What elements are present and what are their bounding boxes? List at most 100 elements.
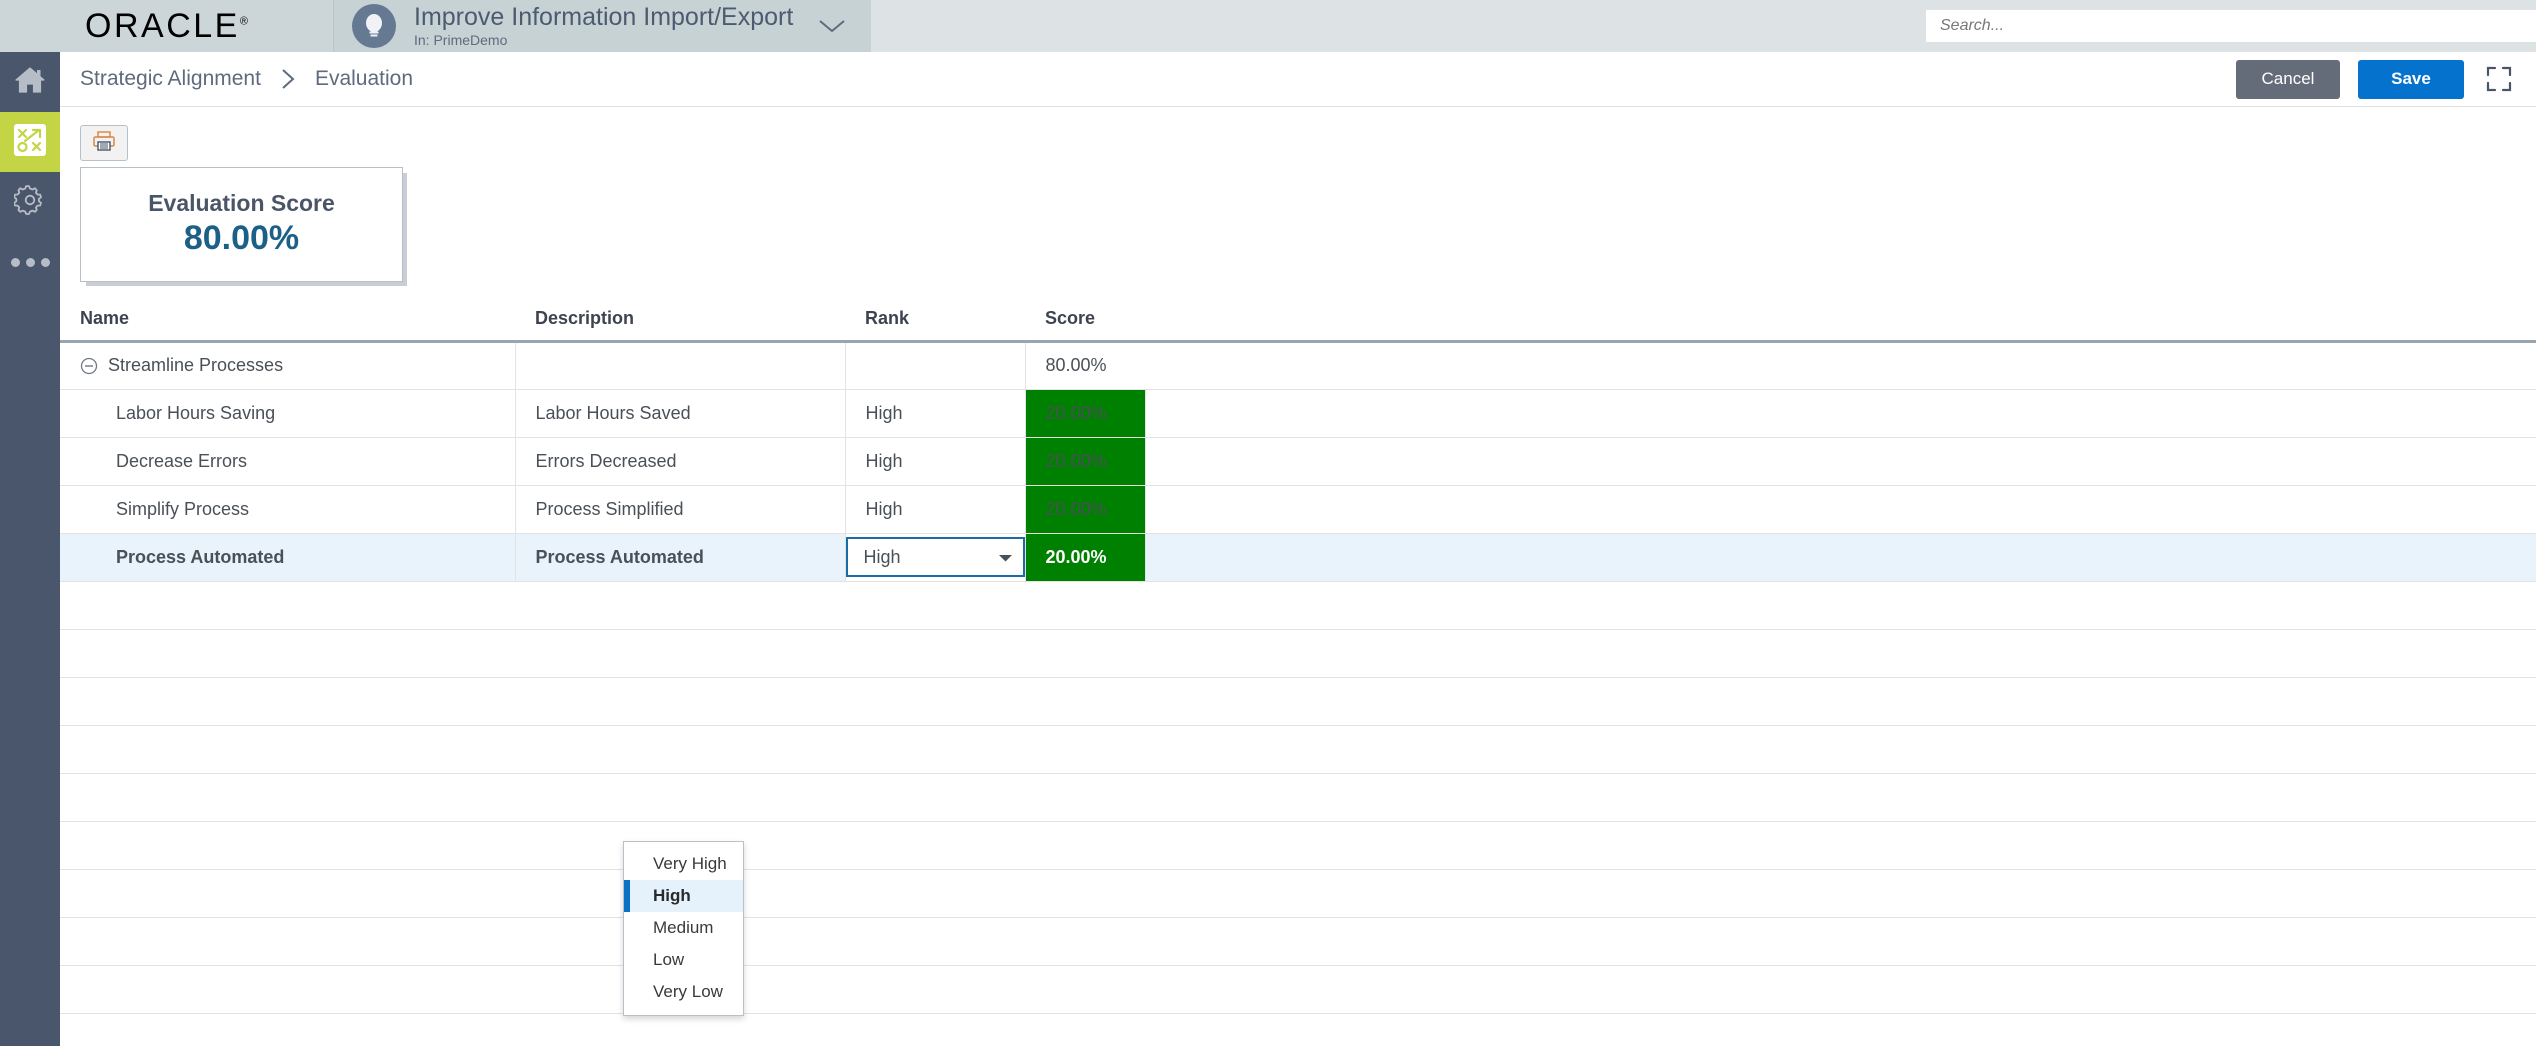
header-actions: Cancel Save — [2236, 60, 2536, 99]
oracle-logo: ORACLE® — [85, 9, 248, 43]
lightbulb-icon — [352, 4, 396, 48]
save-button[interactable]: Save — [2358, 60, 2464, 99]
cancel-button[interactable]: Cancel — [2236, 60, 2340, 99]
rank-option-low[interactable]: Low — [624, 944, 743, 976]
sidebar-item-more[interactable] — [0, 232, 60, 292]
sidebar-item-settings[interactable] — [0, 172, 60, 232]
oracle-logo-zone[interactable]: ORACLE® — [0, 0, 334, 52]
row-score-cell: 20.00% — [1025, 533, 1145, 581]
evaluation-score-value: 80.00% — [184, 219, 299, 258]
row-description-cell: Process Automated — [515, 533, 845, 581]
table-row[interactable]: Decrease Errors Errors Decreased High 20… — [60, 437, 2536, 485]
sidebar-item-home[interactable] — [0, 52, 60, 112]
table-empty-row — [60, 677, 2536, 725]
caret-down-icon[interactable] — [998, 547, 1013, 568]
search-input[interactable] — [1926, 10, 2536, 42]
group-spacer-cell — [1145, 341, 2536, 389]
breadcrumb-item-evaluation[interactable]: Evaluation — [315, 67, 413, 91]
left-sidebar — [0, 52, 60, 1046]
gear-icon — [14, 184, 46, 221]
group-description-cell — [515, 341, 845, 389]
evaluation-score-label: Evaluation Score — [148, 191, 335, 216]
printer-icon — [92, 130, 116, 157]
group-score-cell: 80.00% — [1025, 341, 1145, 389]
table-empty-row — [60, 917, 2536, 965]
more-dots-icon — [11, 258, 20, 267]
project-selector[interactable]: Improve Information Import/Export In: Pr… — [334, 0, 871, 52]
table-body: Streamline Processes 80.00% Labor Hours … — [60, 341, 2536, 1013]
column-header-description[interactable]: Description — [515, 307, 845, 341]
oracle-logo-text: ORACLE — [85, 7, 240, 45]
row-name-cell: Process Automated — [60, 533, 515, 581]
breadcrumb: Strategic Alignment Evaluation — [80, 67, 413, 91]
row-name-cell: Decrease Errors — [60, 437, 515, 485]
evaluation-table-area: Name Description Rank Score — [60, 307, 2536, 1014]
table-empty-row — [60, 773, 2536, 821]
print-button[interactable] — [80, 125, 128, 161]
project-title: Improve Information Import/Export — [414, 4, 793, 31]
rank-option-medium[interactable]: Medium — [624, 912, 743, 944]
row-name-cell: Labor Hours Saving — [60, 389, 515, 437]
row-name-cell: Simplify Process — [60, 485, 515, 533]
table-empty-row — [60, 965, 2536, 1013]
row-spacer-cell — [1145, 533, 2536, 581]
top-bar-spacer — [871, 0, 1926, 52]
group-rank-cell — [845, 341, 1025, 389]
row-rank-cell[interactable]: High — [845, 437, 1025, 485]
table-empty-row — [60, 629, 2536, 677]
main-content: Evaluation Score 80.00% Name Description… — [60, 107, 2536, 1046]
row-description-cell: Process Simplified — [515, 485, 845, 533]
row-score-cell: 20.00% — [1025, 485, 1145, 533]
table-row-group[interactable]: Streamline Processes 80.00% — [60, 341, 2536, 389]
home-icon — [14, 65, 46, 100]
row-rank-cell[interactable]: High — [845, 389, 1025, 437]
group-name-cell: Streamline Processes — [60, 341, 515, 389]
row-spacer-cell — [1145, 437, 2536, 485]
row-spacer-cell — [1145, 389, 2536, 437]
evaluation-table: Name Description Rank Score — [60, 307, 2536, 1014]
column-header-spacer — [1145, 307, 2536, 341]
rank-select[interactable]: High — [846, 537, 1025, 577]
table-empty-row — [60, 725, 2536, 773]
column-header-name[interactable]: Name — [60, 307, 515, 341]
more-dots-icon — [26, 258, 35, 267]
strategy-icon — [14, 124, 46, 161]
row-description-cell: Errors Decreased — [515, 437, 845, 485]
project-text: Improve Information Import/Export In: Pr… — [414, 4, 793, 49]
table-empty-row — [60, 581, 2536, 629]
table-header-row: Name Description Rank Score — [60, 307, 2536, 341]
table-row-selected[interactable]: Process Automated Process Automated High — [60, 533, 2536, 581]
row-spacer-cell — [1145, 485, 2536, 533]
group-name-label: Streamline Processes — [108, 355, 283, 376]
more-dots-icon — [41, 258, 50, 267]
page-header: Strategic Alignment Evaluation Cancel Sa… — [60, 52, 2536, 107]
row-rank-cell[interactable]: High — [845, 485, 1025, 533]
project-subtitle: In: PrimeDemo — [414, 32, 793, 49]
chevron-right-icon — [279, 67, 297, 91]
minus-circle-icon[interactable] — [80, 357, 98, 375]
row-score-cell: 20.00% — [1025, 389, 1145, 437]
registered-mark: ® — [240, 16, 248, 28]
rank-dropdown-menu[interactable]: Very High High Medium Low Very Low — [623, 841, 744, 1016]
row-rank-cell[interactable]: High — [845, 533, 1025, 581]
table-empty-row — [60, 869, 2536, 917]
expand-fullscreen-icon[interactable] — [2482, 62, 2516, 96]
rank-select-value: High — [864, 547, 901, 568]
breadcrumb-item-strategic-alignment[interactable]: Strategic Alignment — [80, 67, 261, 91]
table-row[interactable]: Simplify Process Process Simplified High… — [60, 485, 2536, 533]
column-header-score[interactable]: Score — [1025, 307, 1145, 341]
row-description-cell: Labor Hours Saved — [515, 389, 845, 437]
search-area — [1926, 0, 2536, 52]
evaluation-score-card: Evaluation Score 80.00% — [80, 167, 403, 282]
table-row[interactable]: Labor Hours Saving Labor Hours Saved Hig… — [60, 389, 2536, 437]
table-empty-row — [60, 821, 2536, 869]
sidebar-item-strategic-alignment[interactable] — [0, 112, 60, 172]
top-bar: ORACLE® Improve Information Import/Expor… — [0, 0, 2536, 52]
rank-option-very-high[interactable]: Very High — [624, 848, 743, 880]
row-score-cell: 20.00% — [1025, 437, 1145, 485]
chevron-down-icon[interactable] — [815, 9, 849, 43]
column-header-rank[interactable]: Rank — [845, 307, 1025, 341]
table-header: Name Description Rank Score — [60, 307, 2536, 341]
rank-option-very-low[interactable]: Very Low — [624, 976, 743, 1008]
rank-option-high[interactable]: High — [624, 880, 743, 912]
